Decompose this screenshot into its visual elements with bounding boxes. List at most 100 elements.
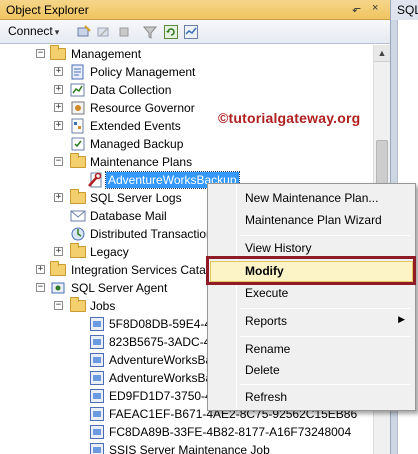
menu-item-label: Maintenance Plan Wizard <box>245 213 382 227</box>
tree-node-label[interactable]: Legacy <box>90 244 129 260</box>
tree-node-label[interactable]: AdventureWorksBa <box>109 352 212 368</box>
menu-item-label: View History <box>245 241 312 255</box>
menu-item-label: Rename <box>245 342 291 356</box>
disconnect-icon[interactable] <box>97 25 111 39</box>
chevron-down-icon: ▾ <box>54 27 60 37</box>
menu-item-label: Delete <box>245 363 280 377</box>
folder-icon <box>50 45 66 60</box>
window-title: Object Explorer <box>6 3 89 17</box>
menu-item-label: Refresh <box>245 390 288 404</box>
highlight-box <box>206 256 416 285</box>
folder-icon <box>70 297 86 312</box>
tree-node-label[interactable]: Data Collection <box>90 82 171 98</box>
managed-backup-icon <box>71 137 85 151</box>
tree-node-label[interactable]: Distributed Transaction <box>90 226 213 242</box>
tree-node-label[interactable]: Management <box>71 46 141 62</box>
menu-item-maintenance-plan-wizard[interactable]: Maintenance Plan Wizard <box>210 210 413 231</box>
folder-icon <box>70 189 86 204</box>
menu-item-new-maintenance-plan[interactable]: New Maintenance Plan... <box>210 188 413 209</box>
extended-events-icon <box>71 118 84 134</box>
job-icon <box>90 389 104 403</box>
job-icon <box>90 443 104 454</box>
scroll-up-icon[interactable]: ▲ <box>374 45 390 62</box>
job-icon <box>90 317 104 331</box>
menu-item-label: Reports <box>245 314 288 328</box>
folder-icon <box>50 261 66 276</box>
tree-node-data-collection[interactable]: + Data Collection <box>0 81 373 99</box>
tree-node-label[interactable]: SQL Server Logs <box>90 190 182 206</box>
menu-separator <box>240 384 410 385</box>
tree-node-label[interactable]: Integration Services Catalo <box>71 262 215 278</box>
data-collection-icon <box>70 83 85 97</box>
submenu-arrow-icon: ▶ <box>398 314 405 324</box>
menu-item-refresh[interactable]: Refresh <box>210 387 413 408</box>
expand-icon[interactable]: + <box>54 103 63 112</box>
tree-node-label[interactable]: Maintenance Plans <box>90 154 192 170</box>
tree-node-label[interactable]: Jobs <box>90 298 115 314</box>
menu-item-rename[interactable]: Rename <box>210 339 413 360</box>
distributed-transaction-icon <box>71 227 85 241</box>
expand-icon[interactable]: + <box>54 121 63 130</box>
pin-icon[interactable]: ⬐ <box>352 2 361 15</box>
collapse-icon[interactable]: − <box>36 283 45 292</box>
tree-node-policy-management[interactable]: + Policy Management <box>0 63 373 81</box>
menu-item-execute[interactable]: Execute <box>210 283 413 304</box>
expand-icon[interactable]: + <box>54 67 63 76</box>
tree-node-label[interactable]: Policy Management <box>90 64 195 80</box>
tree-node-label[interactable]: Managed Backup <box>90 136 183 152</box>
menu-item-reports[interactable]: Reports ▶ <box>210 311 413 332</box>
watermark: ©tutorialgateway.org <box>218 110 361 126</box>
connect-label: Connect <box>8 24 53 38</box>
query-tab-label[interactable]: SQLC <box>397 3 418 17</box>
tree-node-label[interactable]: Database Mail <box>90 208 167 224</box>
collapse-icon[interactable]: − <box>54 301 63 310</box>
filter-icon[interactable] <box>143 25 157 39</box>
refresh-icon[interactable] <box>164 25 178 39</box>
collapse-icon[interactable]: − <box>36 49 45 58</box>
menu-separator <box>240 336 410 337</box>
menu-item-label: New Maintenance Plan... <box>245 191 379 205</box>
connect-icon[interactable] <box>77 25 91 39</box>
resource-governor-icon <box>71 101 85 115</box>
tree-node-label[interactable]: Resource Governor <box>90 100 195 116</box>
tree-node-job[interactable]: FC8DA89B-33FE-4B82-8177-A16F73248004 <box>0 423 373 441</box>
tree-node-label[interactable]: SSIS Server Maintenance Job <box>109 442 270 454</box>
object-explorer-toolbar: Connect ▾ <box>0 20 390 44</box>
job-icon <box>90 371 104 385</box>
tree-node-managed-backup[interactable]: Managed Backup <box>0 135 373 153</box>
expand-icon[interactable]: + <box>54 247 63 256</box>
menu-item-delete[interactable]: Delete <box>210 360 413 381</box>
tree-node-label[interactable]: Extended Events <box>90 118 181 134</box>
job-icon <box>90 335 104 349</box>
tree-node-label[interactable]: 823B5675-3ADC-40 <box>109 334 217 350</box>
object-explorer-titlebar: Object Explorer ⬐ × <box>0 0 390 20</box>
tree-node-label[interactable]: FC8DA89B-33FE-4B82-8177-A16F73248004 <box>109 424 351 440</box>
job-icon <box>90 353 104 367</box>
close-icon[interactable]: × <box>372 2 378 14</box>
folder-icon <box>70 153 86 168</box>
expand-icon[interactable]: + <box>36 265 45 274</box>
menu-separator <box>240 235 410 236</box>
job-icon <box>90 425 104 439</box>
policy-icon <box>71 64 84 80</box>
tree-node-job[interactable]: SSIS Server Maintenance Job <box>0 441 373 454</box>
context-menu: New Maintenance Plan... Maintenance Plan… <box>207 183 416 411</box>
tree-node-label[interactable]: 5F8D08DB-59E4-4E <box>109 316 219 332</box>
sql-agent-icon <box>51 282 65 294</box>
stop-icon[interactable] <box>117 25 131 39</box>
database-mail-icon <box>70 210 86 222</box>
tree-node-label[interactable]: ED9FD1D7-3750-45 <box>109 388 218 404</box>
connect-button[interactable]: Connect ▾ <box>8 24 59 38</box>
folder-icon <box>70 243 86 258</box>
collapse-icon[interactable]: − <box>54 157 63 166</box>
maintenance-plan-icon <box>88 172 102 188</box>
job-icon <box>90 407 104 421</box>
menu-separator <box>240 308 410 309</box>
expand-icon[interactable]: + <box>54 193 63 202</box>
tree-node-label[interactable]: AdventureWorksBa <box>109 370 212 386</box>
activity-icon[interactable] <box>184 25 198 39</box>
tree-node-management[interactable]: − Management <box>0 45 373 63</box>
expand-icon[interactable]: + <box>54 85 63 94</box>
tree-node-label[interactable]: SQL Server Agent <box>71 280 167 296</box>
tree-node-maintenance-plans[interactable]: − Maintenance Plans <box>0 153 373 171</box>
